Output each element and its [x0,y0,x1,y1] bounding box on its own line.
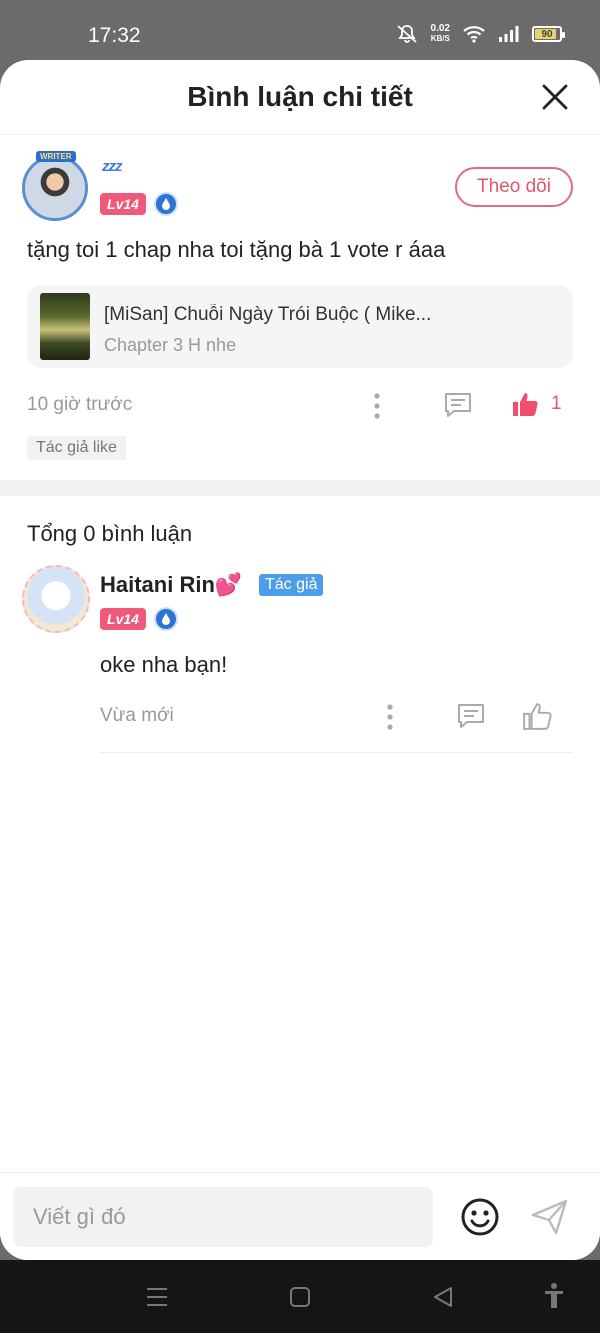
follow-button[interactable]: Theo dõi [455,167,573,207]
reply-actions: Vừa mới [100,703,573,733]
comment-time: 10 giờ trước [27,394,133,415]
status-time: 17:32 [88,24,141,47]
send-icon[interactable] [530,1197,570,1237]
more-options-icon[interactable] [385,703,395,731]
battery-level: 90 [541,28,553,40]
reply-icon[interactable] [443,391,473,419]
back-icon[interactable] [432,1286,454,1308]
recent-apps-icon[interactable] [145,1286,169,1308]
net-speed: 0.02 KB/S [431,24,450,44]
page-title: Bình luận chi tiết [187,81,413,112]
emoji-icon[interactable] [459,1196,501,1238]
net-speed-value: 0.02 [430,23,450,34]
thumbs-up-icon[interactable] [522,701,552,731]
drop-badge-icon [154,192,178,216]
status-emoji: zzz [102,158,122,175]
wifi-icon [463,26,485,43]
level-badge: Lv14 [100,608,146,630]
system-nav-bar [0,1260,600,1333]
comment-input[interactable] [13,1187,433,1247]
mute-bell-icon [396,25,417,43]
reply-author-name[interactable]: Haitani Rin💕 [100,572,242,598]
status-icons: 0.02 KB/S 90 [395,24,565,44]
like-button[interactable]: 1 [511,390,562,418]
like-count: 1 [551,393,562,414]
comment-text: tặng toi 1 chap nha toi tặng bà 1 vote r… [27,237,446,262]
avatar [22,155,88,221]
accessibility-icon[interactable] [543,1282,565,1310]
net-speed-unit: KB/S [430,34,450,43]
main-comment-actions: 10 giờ trước 1 [27,392,573,422]
reply-avatar[interactable] [22,565,90,633]
story-title: [MiSan] Chuỗi Ngày Trói Buộc ( Mike... [104,304,432,325]
story-chapter: Chapter 3 H nhe [104,335,237,355]
reply-divider [100,752,573,753]
battery-icon: 90 [532,26,565,42]
reply-text: oke nha bạn! [100,652,228,677]
comment-detail-sheet: Bình luận chi tiết WRITER zzz Lv14 Theo … [0,60,600,1260]
section-divider [0,480,600,496]
thumbs-up-filled-icon [513,393,538,416]
reply-badges: Lv14 [100,607,178,631]
drop-badge-icon [154,607,178,631]
sheet-header: Bình luận chi tiết [0,60,600,135]
author-like-tag: Tác giả like [27,436,126,460]
reply-icon[interactable] [456,702,486,730]
reply-time: Vừa mới [100,705,174,726]
comment-input-bar [0,1172,600,1260]
reply-name-text: Haitani Rin [100,572,215,597]
avatar-frame-label: WRITER [36,151,76,162]
total-comments-label: Tổng 0 bình luận [27,521,193,546]
level-badge: Lv14 [100,193,146,215]
close-icon[interactable] [540,82,570,112]
author-tag: Tác giả [259,574,324,596]
signal-icon [499,26,519,42]
home-icon[interactable] [289,1286,311,1308]
main-comment-avatar[interactable]: WRITER [22,151,90,223]
heart-emoji: 💕 [214,572,243,597]
story-cover-image [40,293,90,360]
story-card[interactable]: [MiSan] Chuỗi Ngày Trói Buộc ( Mike... C… [27,285,573,368]
main-comment-badges: Lv14 [100,192,178,216]
more-options-icon[interactable] [372,392,382,420]
